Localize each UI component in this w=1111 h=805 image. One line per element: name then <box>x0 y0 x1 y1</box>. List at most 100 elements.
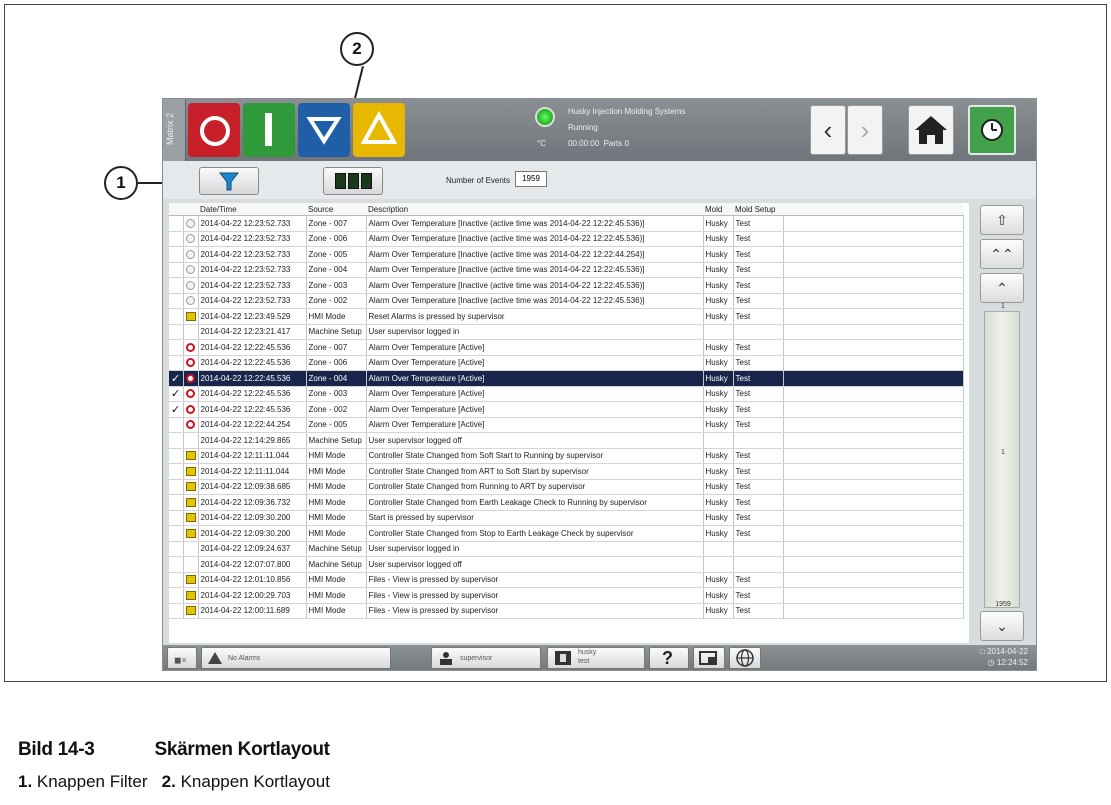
row-checkbox[interactable]: ✓ <box>169 401 184 418</box>
forward-button[interactable]: › <box>847 105 883 155</box>
row-checkbox[interactable] <box>169 510 184 526</box>
row-checkbox[interactable] <box>169 262 184 278</box>
row-checkbox[interactable] <box>169 603 184 619</box>
column-header[interactable]: Mold <box>703 203 733 216</box>
mold-button[interactable]: husky test <box>547 647 645 669</box>
column-header[interactable]: Mold Setup <box>733 203 783 216</box>
home-button[interactable] <box>908 105 954 155</box>
row-checkbox[interactable] <box>169 355 184 371</box>
table-row[interactable]: 2014-04-22 12:01:10.856 HMI Mode Files - V… <box>169 572 964 588</box>
row-mold: Husky <box>703 417 734 433</box>
row-checkbox[interactable] <box>169 448 184 464</box>
table-row[interactable]: 2014-04-22 12:09:36.732 HMI Mode Controlle… <box>169 494 964 511</box>
row-event-icon <box>183 587 199 604</box>
row-checkbox[interactable] <box>169 324 184 340</box>
row-event-icon <box>183 308 199 325</box>
row-checkbox[interactable]: ✓ <box>169 370 184 387</box>
table-row[interactable]: 2014-04-22 12:23:52.733 Zone - 002 Alarm O… <box>169 293 964 309</box>
table-row[interactable]: 2014-04-22 12:09:30.200 HMI Mode Controlle… <box>169 525 964 542</box>
back-button[interactable]: ‹ <box>810 105 846 155</box>
scroll-top-button[interactable]: ⇧ <box>980 205 1024 235</box>
table-row[interactable]: 2014-04-22 12:11:11.044 HMI Mode Controlle… <box>169 448 964 464</box>
screenshot-button[interactable] <box>693 647 725 669</box>
start-button[interactable] <box>243 103 295 157</box>
row-mold-setup <box>733 541 784 557</box>
row-checkbox[interactable] <box>169 463 184 480</box>
table-row[interactable]: 2014-04-22 12:00:29.703 HMI Mode Files - V… <box>169 587 964 604</box>
row-description: User supervisor logged off <box>366 432 704 449</box>
filter-button[interactable] <box>199 167 259 195</box>
row-checkbox[interactable] <box>169 246 184 263</box>
line-up-button[interactable]: ⌃ <box>980 273 1024 303</box>
page-up-button[interactable]: ⌃⌃ <box>980 239 1024 269</box>
row-checkbox[interactable] <box>169 339 184 356</box>
mute-button[interactable]: ◼× <box>167 647 197 669</box>
language-button[interactable] <box>729 647 761 669</box>
row-checkbox[interactable] <box>169 215 184 232</box>
table-row[interactable]: ✓ 2014-04-22 12:22:45.536 Zone - 002 Alarm … <box>169 401 964 418</box>
row-checkbox[interactable] <box>169 572 184 588</box>
row-mold-setup: Test <box>733 603 784 619</box>
hmi-mode-icon <box>185 513 196 523</box>
warning-button[interactable] <box>353 103 405 157</box>
table-row[interactable]: 2014-04-22 12:00:11.689 HMI Mode Files - V… <box>169 603 964 619</box>
table-row[interactable]: 2014-04-22 12:23:21.417 Machine Setup User… <box>169 324 964 340</box>
table-row[interactable]: 2014-04-22 12:14:29.865 Machine Setup User… <box>169 432 964 449</box>
row-datetime: 2014-04-22 12:09:38.685 <box>198 479 307 495</box>
row-checkbox[interactable] <box>169 308 184 325</box>
table-row[interactable]: 2014-04-22 12:23:49.529 HMI Mode Reset Ala… <box>169 308 964 325</box>
column-header[interactable]: Source <box>306 203 366 216</box>
row-checkbox[interactable] <box>169 479 184 495</box>
row-checkbox[interactable] <box>169 556 184 573</box>
table-row[interactable]: 2014-04-22 12:23:52.733 Zone - 007 Alarm O… <box>169 215 964 232</box>
matrix-tab[interactable]: Matrix 2 <box>163 99 186 161</box>
row-checkbox[interactable] <box>169 525 184 542</box>
table-row[interactable]: 2014-04-22 12:23:52.733 Zone - 003 Alarm O… <box>169 277 964 294</box>
row-checkbox[interactable] <box>169 432 184 449</box>
row-checkbox[interactable] <box>169 541 184 557</box>
help-button[interactable]: ? <box>649 647 689 669</box>
stop-button[interactable] <box>188 103 240 157</box>
row-description: Controller State Changed from Earth Leak… <box>366 494 704 511</box>
row-mold-setup: Test <box>733 448 784 464</box>
table-row[interactable]: 2014-04-22 12:22:45.536 Zone - 006 Alarm O… <box>169 355 964 371</box>
standby-button[interactable] <box>298 103 350 157</box>
table-row[interactable]: ✓ 2014-04-22 12:22:45.536 Zone - 004 Alarm … <box>169 370 964 387</box>
column-header[interactable]: Date/Time <box>198 203 306 216</box>
table-row[interactable]: 2014-04-22 12:09:30.200 HMI Mode Start is … <box>169 510 964 526</box>
cycle-clock-button[interactable] <box>968 105 1016 155</box>
inactive-clock-icon <box>185 280 195 290</box>
row-checkbox[interactable] <box>169 231 184 247</box>
row-datetime: 2014-04-22 12:09:30.200 <box>198 525 307 542</box>
scroll-track[interactable] <box>984 311 1020 608</box>
table-row[interactable]: 2014-04-22 12:23:52.733 Zone - 005 Alarm O… <box>169 246 964 263</box>
row-mold-setup: Test <box>733 277 784 294</box>
clock-icon: ◷ <box>987 658 995 667</box>
table-row[interactable]: 2014-04-22 12:22:44.254 Zone - 005 Alarm O… <box>169 417 964 433</box>
row-datetime: 2014-04-22 12:22:45.536 <box>198 370 307 387</box>
row-mold-setup: Test <box>733 293 784 309</box>
row-checkbox[interactable] <box>169 293 184 309</box>
row-description: Alarm Over Temperature [Inactive (active… <box>366 231 704 247</box>
row-checkbox[interactable] <box>169 494 184 511</box>
table-row[interactable]: ✓ 2014-04-22 12:22:45.536 Zone - 003 Alarm … <box>169 386 964 402</box>
table-row[interactable]: 2014-04-22 12:09:24.637 Machine Setup User… <box>169 541 964 557</box>
row-checkbox[interactable] <box>169 417 184 433</box>
column-header[interactable]: Description <box>366 203 703 216</box>
alarms-button[interactable]: No Alarms <box>201 647 391 669</box>
table-row[interactable]: 2014-04-22 12:07:07.800 Machine Setup User… <box>169 556 964 573</box>
row-description: Start is pressed by supervisor <box>366 510 704 526</box>
table-row[interactable]: 2014-04-22 12:11:11.044 HMI Mode Controlle… <box>169 463 964 480</box>
table-row[interactable]: 2014-04-22 12:09:38.685 HMI Mode Controlle… <box>169 479 964 495</box>
table-row[interactable]: 2014-04-22 12:23:52.733 Zone - 004 Alarm O… <box>169 262 964 278</box>
user-button[interactable]: supervisor <box>431 647 541 669</box>
row-checkbox[interactable] <box>169 587 184 604</box>
row-checkbox[interactable] <box>169 277 184 294</box>
card-layout-button[interactable] <box>323 167 383 195</box>
table-row[interactable]: 2014-04-22 12:23:52.733 Zone - 006 Alarm O… <box>169 231 964 247</box>
row-checkbox[interactable]: ✓ <box>169 386 184 402</box>
line-down-button[interactable]: ⌄ <box>980 611 1024 641</box>
row-event-icon <box>183 293 199 309</box>
row-datetime: 2014-04-22 12:23:52.733 <box>198 231 307 247</box>
table-row[interactable]: 2014-04-22 12:22:45.536 Zone - 007 Alarm O… <box>169 339 964 356</box>
